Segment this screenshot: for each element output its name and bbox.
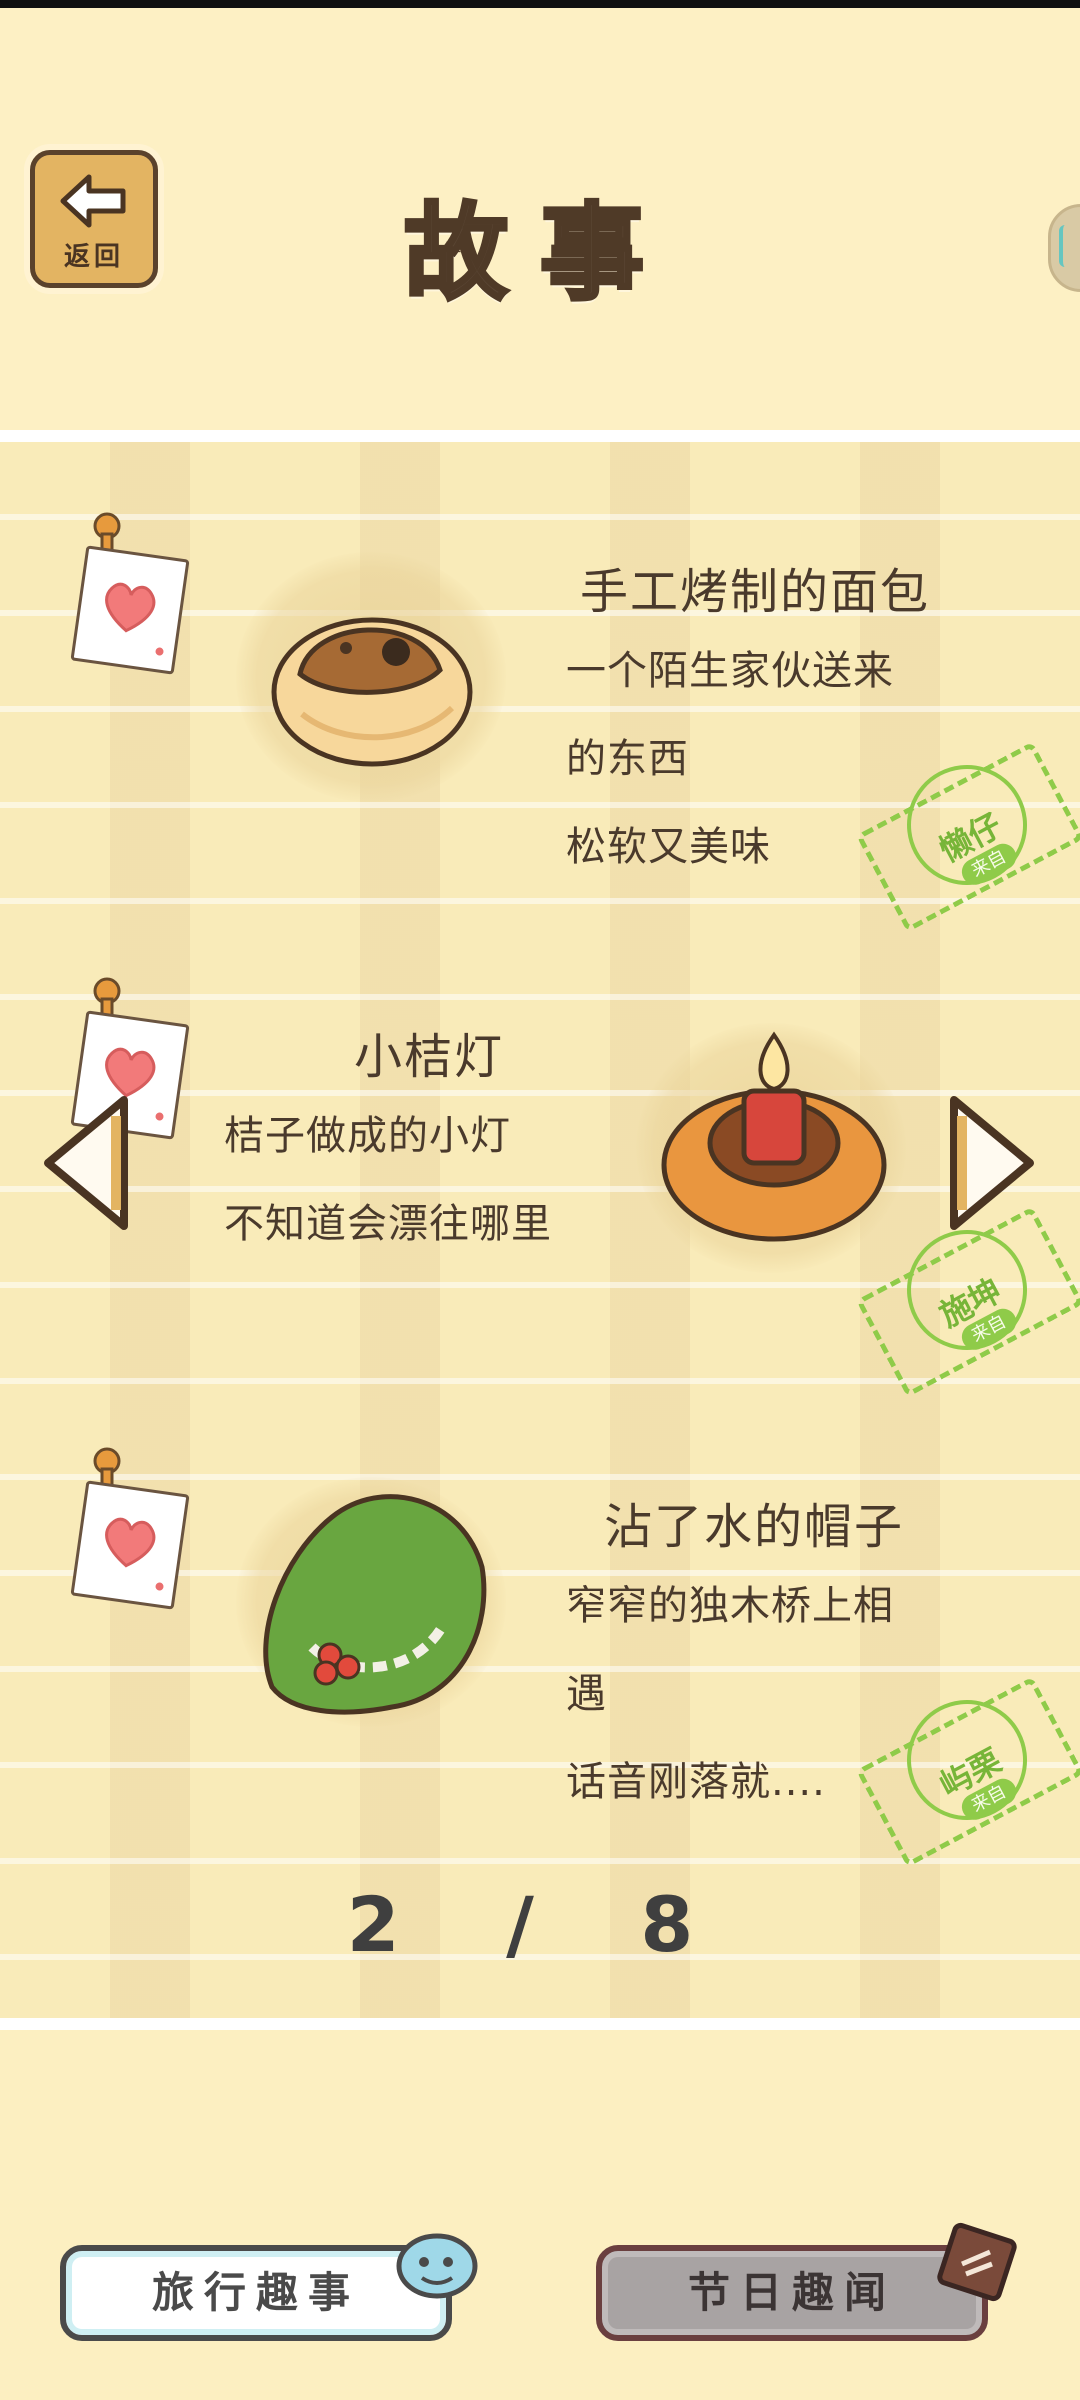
- story-line: 不知道会漂往哪里: [224, 1201, 552, 1247]
- header: 返回 故事: [0, 8, 1080, 438]
- page-title: 故事: [402, 190, 676, 316]
- festival-card-icon: [937, 2222, 1017, 2302]
- story-line: 一个陌生家伙送来: [566, 648, 894, 694]
- wet-hat-icon: [263, 1494, 487, 1715]
- side-drawer-tab[interactable]: [1048, 204, 1080, 292]
- next-page-button[interactable]: [946, 1092, 1038, 1234]
- story-title: 小桔灯: [354, 1029, 505, 1085]
- back-label: 返回: [63, 242, 124, 272]
- favorite-note[interactable]: [70, 1480, 190, 1610]
- story-board: 手工烤制的面包 一个陌生家伙送来 的东西 松软又美味 懒仔 来自 小桔灯 桔子做…: [0, 430, 1080, 2030]
- story-item[interactable]: 手工烤制的面包 一个陌生家伙送来 的东西 松软又美味 懒仔 来自: [0, 482, 1080, 933]
- sender-stamp: 屿栗 来自: [855, 1676, 1080, 1868]
- story-item[interactable]: 小桔灯 桔子做成的小灯 不知道会漂往哪里 施坤 来自: [0, 947, 1080, 1398]
- story-title: 沾了水的帽子: [604, 1499, 905, 1555]
- heart-icon: [105, 582, 156, 633]
- heart-icon: [105, 1517, 156, 1568]
- back-arrow-icon: [60, 174, 126, 228]
- prev-page-button[interactable]: [40, 1092, 132, 1234]
- festival-stories-button[interactable]: 节日趣闻: [596, 2245, 988, 2341]
- sender-stamp: 懒仔 来自: [855, 741, 1080, 933]
- story-line: 桔子做成的小灯: [224, 1113, 511, 1159]
- status-bar: [0, 0, 1080, 8]
- bread-icon: [271, 617, 473, 767]
- story-line: 松软又美味: [566, 824, 771, 870]
- story-line: 窄窄的独木桥上相: [566, 1583, 894, 1629]
- story-item[interactable]: 沾了水的帽子 窄窄的独木桥上相 遇 话音刚落就.... 屿栗 来自: [0, 1417, 1080, 1868]
- favorite-note[interactable]: [70, 545, 190, 675]
- orange-lamp-icon: [661, 1031, 887, 1242]
- story-line: 遇: [566, 1671, 607, 1717]
- story-title: 手工烤制的面包: [580, 564, 931, 620]
- page-indicator: 2 / 8: [346, 1880, 734, 1969]
- frog-bag-icon: [396, 2233, 478, 2299]
- back-button[interactable]: 返回: [30, 150, 158, 288]
- story-line: 话音刚落就....: [566, 1759, 826, 1805]
- story-line: 的东西: [566, 736, 689, 782]
